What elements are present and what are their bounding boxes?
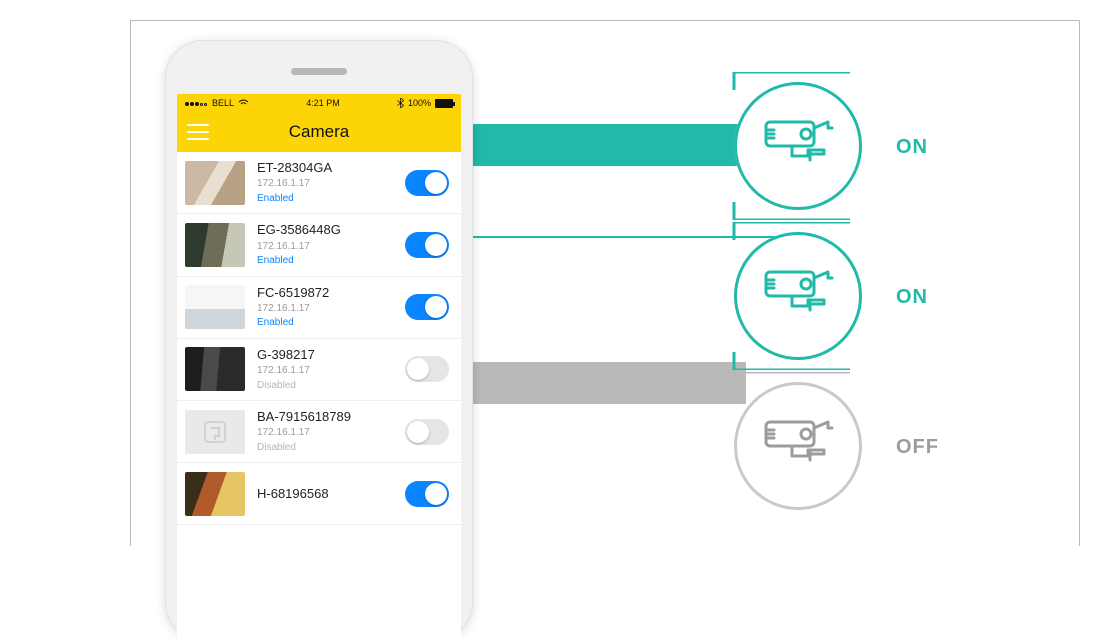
camera-toggle[interactable] <box>405 294 449 320</box>
menu-button[interactable] <box>187 124 209 140</box>
page-title: Camera <box>289 122 349 142</box>
camera-name: ET-28304GA <box>257 160 405 176</box>
badge-label-1: ON <box>896 136 928 159</box>
nav-bar: Camera <box>177 112 461 152</box>
placeholder-icon <box>202 419 228 445</box>
phone-screen: BELL 4:21 PM 100% Camera ET-28304GA 172.… <box>177 94 461 640</box>
camera-badge-3 <box>734 382 862 510</box>
camera-thumbnail[interactable] <box>185 161 245 205</box>
camera-list[interactable]: ET-28304GA 172.16.1.17 Enabled EG-358644… <box>177 152 461 525</box>
status-bar: BELL 4:21 PM 100% <box>177 94 461 112</box>
camera-name: G-398217 <box>257 347 405 363</box>
camera-name: EG-3586448G <box>257 222 405 238</box>
camera-row[interactable]: G-398217 172.16.1.17 Disabled <box>177 339 461 401</box>
signal-icon <box>185 98 208 108</box>
camera-ip: 172.16.1.17 <box>257 427 405 440</box>
wifi-icon <box>238 99 249 107</box>
camera-ip: 172.16.1.17 <box>257 178 405 191</box>
camera-thumbnail[interactable] <box>185 472 245 516</box>
camera-badge-2 <box>734 232 862 360</box>
camera-thumbnail[interactable] <box>185 347 245 391</box>
camera-ip: 172.16.1.17 <box>257 303 405 316</box>
camera-toggle[interactable] <box>405 419 449 445</box>
camera-name: FC-6519872 <box>257 285 405 301</box>
battery-icon <box>435 99 453 108</box>
camera-toggle[interactable] <box>405 170 449 196</box>
camera-state: Enabled <box>257 193 405 206</box>
camera-toggle[interactable] <box>405 481 449 507</box>
camera-thumbnail[interactable] <box>185 285 245 329</box>
camera-name: H-68196568 <box>257 486 405 502</box>
badge-circle <box>734 82 862 210</box>
phone-speaker <box>291 68 347 75</box>
connector-bar-1 <box>464 124 746 166</box>
camera-toggle[interactable] <box>405 232 449 258</box>
bluetooth-icon <box>397 98 404 108</box>
badge-circle <box>734 232 862 360</box>
camera-row[interactable]: BA-7915618789 172.16.1.17 Disabled <box>177 401 461 463</box>
camera-badge-1 <box>734 82 862 210</box>
badge-label-3: OFF <box>896 436 939 459</box>
camera-row[interactable]: FC-6519872 172.16.1.17 Enabled <box>177 277 461 339</box>
battery-pct: 100% <box>408 98 431 108</box>
camera-state: Disabled <box>257 442 405 455</box>
camera-name: BA-7915618789 <box>257 409 405 425</box>
camera-thumbnail[interactable] <box>185 410 245 454</box>
badge-circle <box>734 382 862 510</box>
camera-ip: 172.16.1.17 <box>257 365 405 378</box>
camera-state: Enabled <box>257 317 405 330</box>
camera-row[interactable]: EG-3586448G 172.16.1.17 Enabled <box>177 214 461 276</box>
camera-thumbnail[interactable] <box>185 223 245 267</box>
carrier-label: BELL <box>212 98 234 108</box>
camera-state: Enabled <box>257 255 405 268</box>
camera-ip: 172.16.1.17 <box>257 241 405 254</box>
phone-device: BELL 4:21 PM 100% Camera ET-28304GA 172.… <box>165 40 473 640</box>
camera-state: Disabled <box>257 380 405 393</box>
clock-label: 4:21 PM <box>306 98 340 108</box>
camera-toggle[interactable] <box>405 356 449 382</box>
badge-label-2: ON <box>896 286 928 309</box>
connector-bar-3 <box>464 362 746 404</box>
camera-row[interactable]: ET-28304GA 172.16.1.17 Enabled <box>177 152 461 214</box>
